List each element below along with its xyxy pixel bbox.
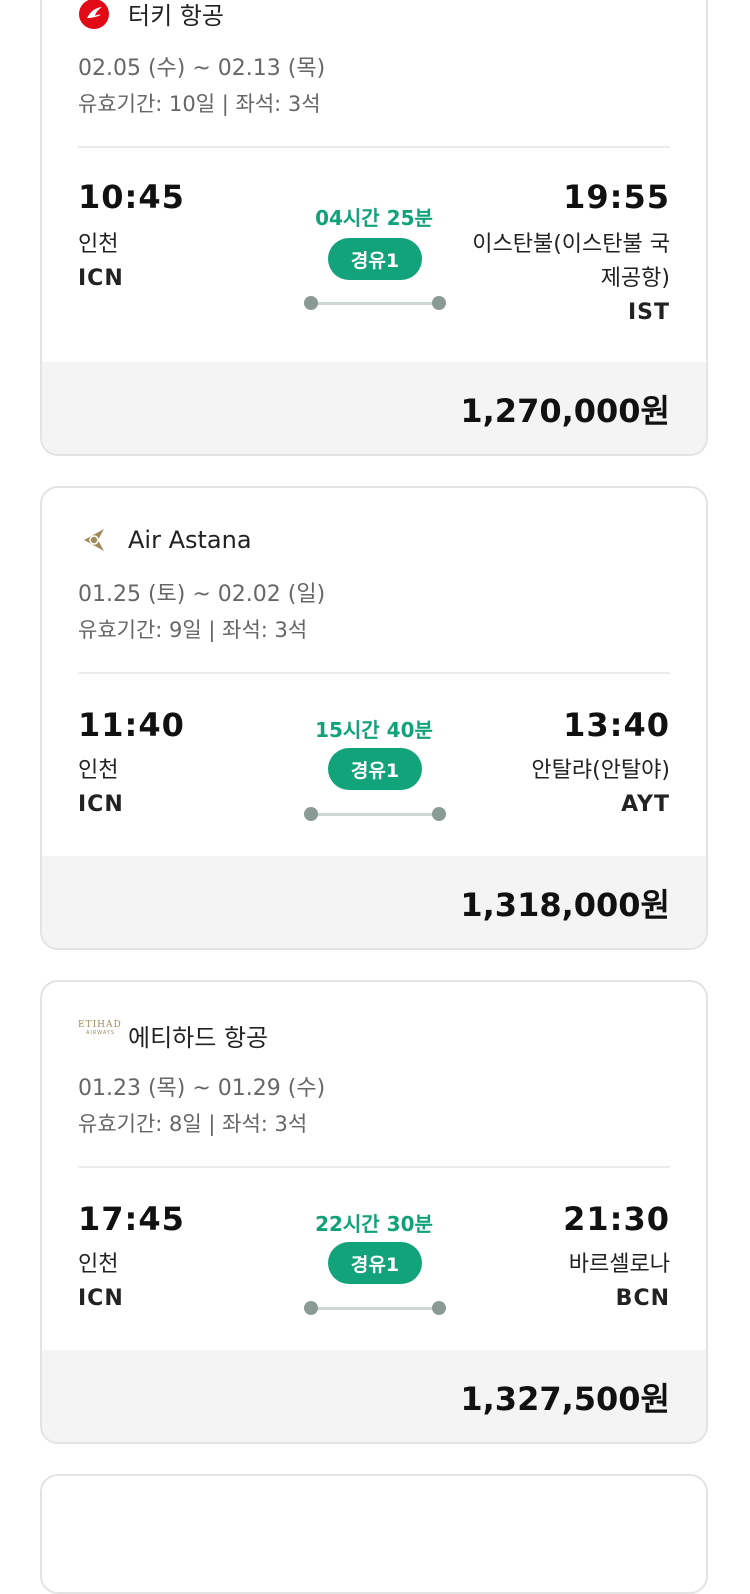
arrival-time: 19:55 (563, 178, 670, 216)
airline-row: ETIHAD AIRWAYS 에티하드 항공 (78, 1018, 268, 1053)
stopover-badge: 경유1 (328, 238, 422, 280)
travel-dates: 01.23 (목) ~ 01.29 (수) (78, 1076, 326, 1101)
turkish-airlines-logo (78, 0, 118, 30)
divider (78, 672, 670, 674)
departure-city: 인천 (78, 1252, 119, 1277)
air-astana-logo (78, 524, 118, 556)
price: 1,270,000원 (460, 392, 670, 430)
arrival-code: IST (627, 300, 670, 325)
price: 1,327,500원 (460, 1380, 670, 1418)
origin-dot (304, 1301, 318, 1315)
price-section: 1,327,500원 (42, 1350, 706, 1442)
etihad-logo-text: ETIHAD (78, 1019, 122, 1030)
validity-seats: 유효기간: 10일 | 좌석: 3석 (78, 92, 321, 116)
flight-card-air-astana[interactable]: Air Astana 01.25 (토) ~ 02.02 (일) 유효기간: 9… (40, 486, 708, 950)
travel-dates: 01.25 (토) ~ 02.02 (일) (78, 582, 326, 607)
airline-row: Air Astana (78, 524, 252, 556)
arrival-code: BCN (615, 1286, 670, 1311)
origin-dot (304, 807, 318, 821)
destination-dot (432, 807, 446, 821)
departure-code: ICN (78, 1286, 124, 1311)
stopover-badge: 경유1 (328, 748, 422, 790)
departure-code: ICN (78, 792, 124, 817)
flight-card-next[interactable] (40, 1474, 708, 1594)
etihad-logo: ETIHAD AIRWAYS (78, 1020, 121, 1052)
airline-row: 터키 항공 (78, 0, 224, 31)
route-line (304, 296, 446, 310)
divider (78, 146, 670, 148)
destination-dot (432, 296, 446, 310)
arrival-code: AYT (621, 792, 670, 817)
arrival-city-line1: 이스탄불(이스탄불 국 (472, 232, 670, 257)
departure-city: 인천 (78, 232, 119, 257)
airline-name: 에티하드 항공 (128, 1024, 269, 1052)
validity-seats: 유효기간: 9일 | 좌석: 3석 (78, 618, 308, 642)
etihad-logo-sub: AIRWAYS (86, 1029, 116, 1036)
travel-dates: 02.05 (수) ~ 02.13 (목) (78, 56, 326, 81)
airline-name: Air Astana (128, 526, 252, 554)
route-line (304, 807, 446, 821)
destination-dot (432, 1301, 446, 1315)
flight-card-turkish[interactable]: 터키 항공 02.05 (수) ~ 02.13 (목) 유효기간: 10일 | … (40, 0, 708, 456)
arrival-city: 안탈랴(안탈야) (531, 758, 670, 783)
validity-seats: 유효기간: 8일 | 좌석: 3석 (78, 1112, 308, 1136)
origin-dot (304, 296, 318, 310)
arrival-city-line2: 제공항) (600, 266, 670, 291)
flight-card-etihad[interactable]: ETIHAD AIRWAYS 에티하드 항공 01.23 (목) ~ 01.29… (40, 980, 708, 1444)
arrival-city: 바르셀로나 (568, 1252, 670, 1277)
route-line (304, 1301, 446, 1315)
airline-name: 터키 항공 (128, 2, 224, 30)
divider (78, 1166, 670, 1168)
arrival-time: 13:40 (563, 706, 670, 744)
price-section: 1,270,000원 (42, 362, 706, 454)
departure-city: 인천 (78, 758, 119, 783)
arrival-city: 이스탄불(이스탄불 국 제공항) (472, 228, 670, 296)
price: 1,318,000원 (460, 886, 670, 924)
departure-code: ICN (78, 266, 124, 291)
price-section: 1,318,000원 (42, 856, 706, 948)
stopover-badge: 경유1 (328, 1242, 422, 1284)
arrival-time: 21:30 (563, 1200, 670, 1238)
